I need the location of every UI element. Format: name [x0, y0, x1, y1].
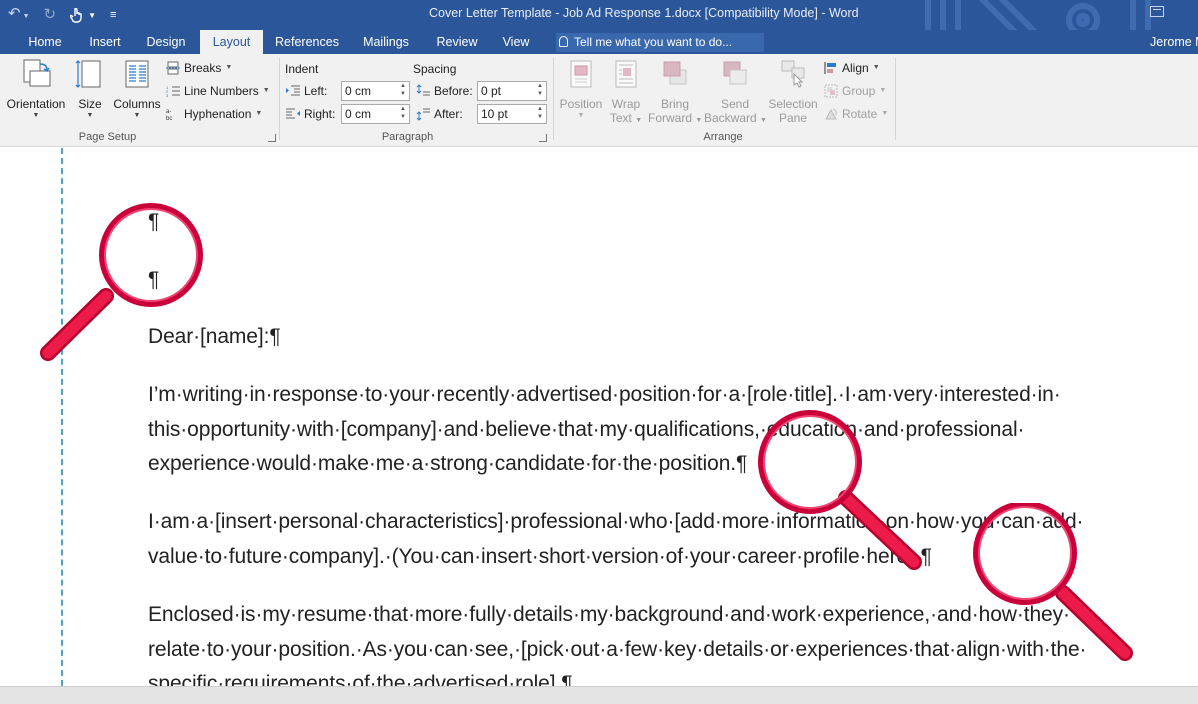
- spacing-after-input[interactable]: 10 pt ▲ ▼: [477, 104, 547, 124]
- tab-layout[interactable]: Layout: [200, 30, 263, 54]
- columns-button[interactable]: Columns ▼: [112, 58, 162, 119]
- line-numbers-icon: 123: [166, 85, 180, 98]
- svg-text:a-: a-: [166, 109, 171, 115]
- page-setup-dialog-launcher[interactable]: [268, 134, 276, 142]
- send-backward-button[interactable]: Send Backward ▼: [704, 58, 767, 125]
- text-line: I·am·a·[insert·personal·characteristics]…: [148, 510, 1084, 533]
- breaks-button[interactable]: Breaks ▼: [166, 58, 232, 78]
- spacing-before-icon: [416, 84, 430, 96]
- rotate-icon: [825, 108, 837, 120]
- spacing-before-row: Before:: [416, 81, 473, 101]
- tab-mailings[interactable]: Mailings: [354, 30, 418, 54]
- rotate-button[interactable]: Rotate ▼: [824, 104, 888, 124]
- bring-forward-icon: [663, 61, 687, 85]
- position-button[interactable]: Position ▼: [556, 58, 606, 119]
- indent-left-icon: [286, 85, 300, 96]
- page-size-icon: [75, 60, 101, 88]
- text-line: experience·would·make·me·a·strong·candid…: [148, 452, 748, 475]
- window-title: Cover Letter Template - Job Ad Response …: [429, 6, 859, 20]
- wrap-text-icon: [615, 60, 637, 88]
- paragraph-group-label: Paragraph: [381, 131, 434, 143]
- orientation-button[interactable]: Orientation ▼: [5, 58, 67, 119]
- columns-icon: [125, 60, 149, 88]
- align-button[interactable]: Align ▼: [824, 58, 880, 78]
- group-separator: [895, 58, 896, 140]
- text-line: value·to·future·company].·(You·can·inser…: [148, 544, 932, 568]
- ribbon-display-options-icon[interactable]: [1150, 6, 1164, 17]
- customize-qat-icon[interactable]: ≡: [110, 3, 116, 27]
- group-separator: [279, 58, 280, 140]
- tab-home[interactable]: Home: [16, 30, 74, 54]
- arrange-group-label: Arrange: [703, 131, 743, 143]
- empty-paragraph-mark: ¶: [148, 210, 160, 233]
- indent-right-spinner[interactable]: ▲ ▼: [398, 105, 408, 123]
- svg-text:3: 3: [166, 93, 169, 98]
- text-line: this·opportunity·with·[company]·and·beli…: [148, 417, 1025, 441]
- indent-right-icon: [286, 108, 300, 119]
- svg-text:bc: bc: [166, 116, 172, 121]
- group-separator: [553, 58, 554, 140]
- position-icon: [570, 60, 592, 88]
- tab-view[interactable]: View: [494, 30, 538, 54]
- indent-right-row: Right:: [286, 104, 335, 124]
- salutation-line: Dear·[name]:¶: [148, 325, 281, 348]
- tab-design[interactable]: Design: [136, 30, 196, 54]
- align-icon: [824, 62, 836, 74]
- empty-paragraph-mark: ¶: [148, 268, 160, 291]
- ribbon: Orientation ▼ Size ▼ Columns ▼ Breaks ▼ 1…: [0, 54, 1198, 147]
- indent-left-row: Left:: [286, 81, 327, 101]
- tab-references[interactable]: References: [268, 30, 346, 54]
- hyphenation-button[interactable]: a-bc Hyphenation ▼: [166, 104, 262, 124]
- selection-pane-button[interactable]: Selection Pane: [766, 58, 820, 125]
- paragraph-3: Enclosed·is·my·resume·that·more·fully·de…: [148, 598, 1087, 686]
- indent-section-label: Indent: [285, 62, 319, 76]
- wrap-text-button[interactable]: Wrap Text ▼: [606, 58, 646, 125]
- spacing-after-row: After:: [416, 104, 463, 124]
- spacing-before-input[interactable]: 0 pt ▲ ▼: [477, 81, 547, 101]
- size-button[interactable]: Size ▼: [72, 58, 108, 119]
- paragraph-1: I’m·writing·in·response·to·your·recently…: [148, 378, 1061, 482]
- orientation-icon: [23, 59, 51, 87]
- group-button[interactable]: Group ▼: [824, 81, 886, 101]
- redo-icon[interactable]: ↻: [44, 3, 57, 27]
- text-line: Enclosed·is·my·resume·that·more·fully·de…: [148, 603, 1070, 626]
- send-backward-icon: [723, 61, 747, 85]
- paragraph-dialog-launcher[interactable]: [539, 134, 547, 142]
- spacing-before-spinner[interactable]: ▲ ▼: [535, 82, 545, 100]
- touch-mode-icon[interactable]: ▼: [70, 7, 96, 23]
- text-line: specific·requirements·of·the·advertised·…: [148, 672, 573, 686]
- spacing-after-spinner[interactable]: ▲ ▼: [535, 105, 545, 123]
- group-icon: [824, 84, 838, 98]
- text-line: relate·to·your·position.·As·you·can·see,…: [148, 637, 1087, 661]
- status-bar: [0, 686, 1198, 704]
- spacing-section-label: Spacing: [413, 62, 457, 76]
- spacing-after-icon: [416, 108, 430, 121]
- page-setup-group-label: Page Setup: [78, 131, 137, 143]
- word-window: ↶ ▼ ↻ ▼ ≡ Cover Letter Template - Job Ad …: [0, 0, 1198, 704]
- user-account[interactable]: Jerome M: [1150, 30, 1198, 54]
- tab-insert[interactable]: Insert: [78, 30, 132, 54]
- breaks-icon: [166, 61, 180, 75]
- ribbon-tabs: Home Insert Design Layout References Mai…: [0, 30, 1198, 54]
- indent-left-input[interactable]: 0 cm ▲ ▼: [341, 81, 410, 101]
- tell-me-box[interactable]: Tell me what you want to do...: [556, 33, 764, 52]
- margin-guide: [61, 148, 63, 686]
- hyphenation-icon: a-bc: [166, 109, 172, 121]
- text-line: I’m·writing·in·response·to·your·recently…: [148, 383, 1061, 406]
- quick-access-toolbar: ↶ ▼ ↻ ▼ ≡: [8, 3, 116, 27]
- lightbulb-icon: [559, 36, 568, 47]
- title-bar: ↶ ▼ ↻ ▼ ≡ Cover Letter Template - Job Ad …: [0, 0, 1198, 30]
- indent-right-input[interactable]: 0 cm ▲ ▼: [341, 104, 410, 124]
- line-numbers-button[interactable]: 123 Line Numbers ▼: [166, 81, 270, 101]
- indent-left-spinner[interactable]: ▲ ▼: [398, 82, 408, 100]
- tell-me-placeholder: Tell me what you want to do...: [574, 35, 733, 49]
- tab-review[interactable]: Review: [426, 30, 488, 54]
- paragraph-2: I·am·a·[insert·personal·characteristics]…: [148, 505, 1084, 574]
- selection-pane-icon: [781, 60, 805, 88]
- bring-forward-button[interactable]: Bring Forward ▼: [648, 58, 702, 125]
- document-page[interactable]: ¶ ¶ Dear·[name]:¶ I’m·writing·in·respons…: [0, 148, 1198, 686]
- undo-icon[interactable]: ↶ ▼: [8, 2, 30, 29]
